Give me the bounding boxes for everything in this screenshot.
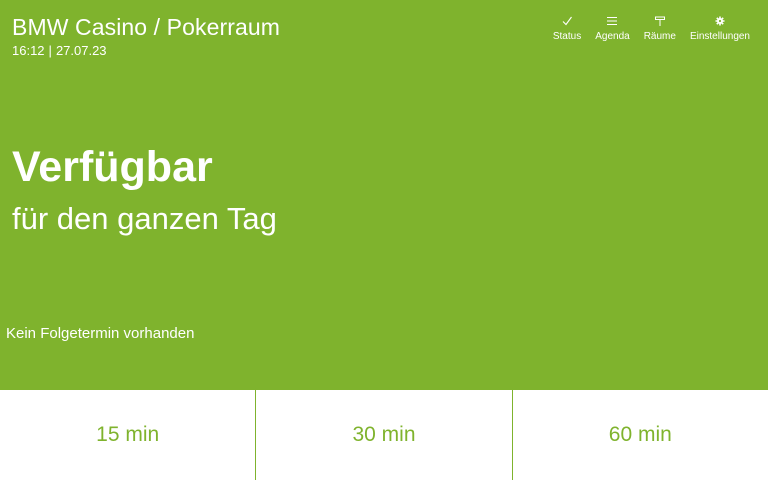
rooms-icon <box>654 12 666 30</box>
gear-icon <box>715 12 725 30</box>
date-separator: | <box>48 43 52 58</box>
book-30-min-button[interactable]: 30 min <box>255 390 511 480</box>
nav-agenda-label: Agenda <box>595 31 630 42</box>
quick-book-bar: 15 min 30 min 60 min <box>0 390 768 480</box>
nav-rooms-label: Räume <box>643 31 676 42</box>
book-15-min-button[interactable]: 15 min <box>0 390 255 480</box>
top-navigation: Status Agenda Räume Einstellungen <box>553 12 750 43</box>
availability-status: Verfügbar <box>12 143 213 191</box>
date-time: 16:12 | 27.07.23 <box>12 43 107 59</box>
next-meeting-info: Kein Folgetermin vorhanden <box>6 325 195 342</box>
nav-rooms[interactable]: Räume <box>644 12 676 43</box>
room-title: BMW Casino / Pokerraum <box>12 14 281 40</box>
current-time: 16:12 <box>12 43 45 58</box>
nav-status[interactable]: Status <box>553 12 581 43</box>
check-icon <box>561 12 573 30</box>
status-panel: BMW Casino / Pokerraum 16:12 | 27.07.23 St… <box>0 0 768 390</box>
nav-agenda[interactable]: Agenda <box>595 12 630 43</box>
list-icon <box>606 12 618 30</box>
book-60-min-button[interactable]: 60 min <box>511 390 768 480</box>
nav-settings[interactable]: Einstellungen <box>690 12 750 43</box>
nav-status-label: Status <box>552 31 582 42</box>
nav-settings-label: Einstellungen <box>689 31 750 42</box>
availability-duration: für den ganzen Tag <box>12 201 277 236</box>
current-date: 27.07.23 <box>55 43 107 58</box>
